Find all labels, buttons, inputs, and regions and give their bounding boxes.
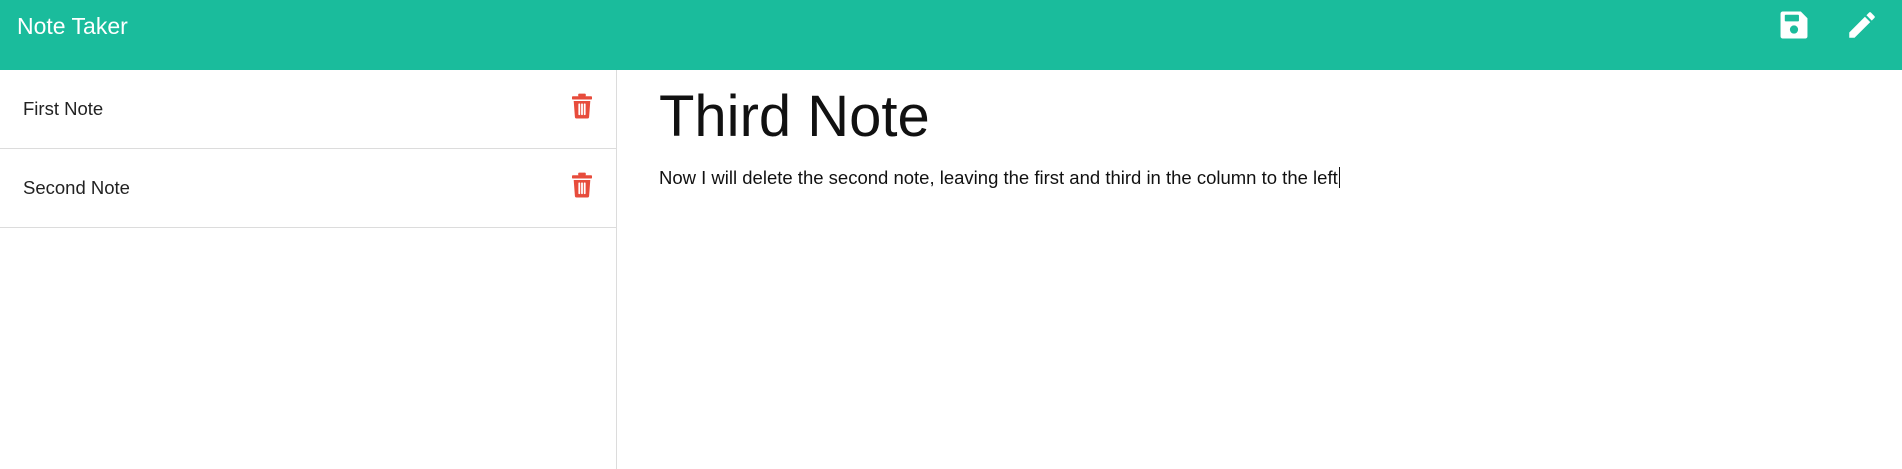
save-icon[interactable] (1777, 8, 1811, 42)
note-list: First Note Second Note (0, 70, 617, 469)
note-list-item[interactable]: First Note (0, 70, 616, 149)
trash-icon[interactable] (570, 172, 594, 198)
note-list-item[interactable]: Second Note (0, 149, 616, 228)
note-editor: Now I will delete the second note, leavi… (618, 70, 1902, 469)
pencil-icon[interactable] (1845, 8, 1879, 42)
navbar: Note Taker (0, 0, 1902, 70)
note-title-input[interactable] (659, 82, 1859, 152)
note-textarea[interactable]: Now I will delete the second note, leavi… (659, 166, 1859, 190)
note-list-item-title: Second Note (23, 177, 130, 198)
app-title[interactable]: Note Taker (17, 12, 128, 40)
trash-icon[interactable] (570, 93, 594, 119)
note-list-item-title: First Note (23, 98, 104, 119)
text-cursor (1338, 167, 1340, 188)
note-text: Now I will delete the second note, leavi… (659, 167, 1338, 188)
